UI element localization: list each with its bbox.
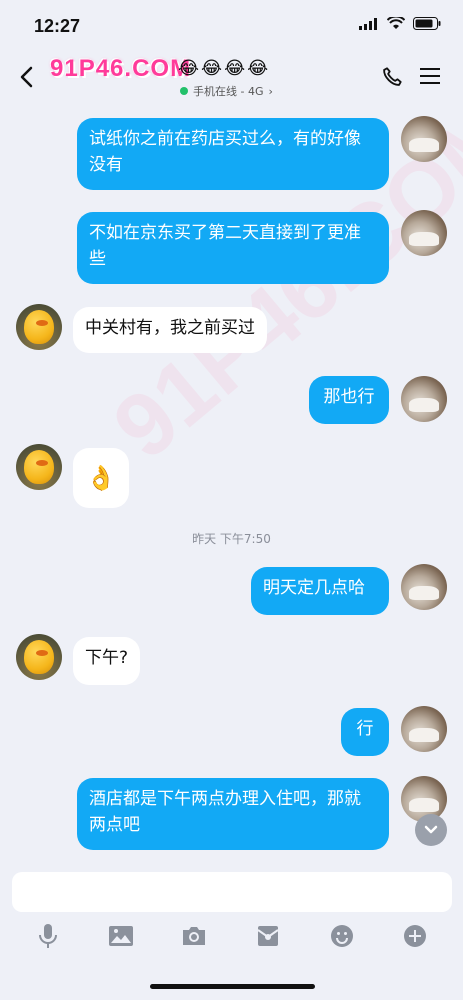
message-input[interactable] [12, 872, 452, 912]
message-bubble-sent[interactable]: 那也行 [309, 376, 389, 424]
wifi-icon [387, 17, 405, 30]
message-timestamp: 昨天 下午7:50 [192, 532, 271, 546]
online-status-text: 手机在线 - 4G [193, 85, 264, 98]
online-status[interactable]: 手机在线 - 4G › [180, 83, 273, 99]
scroll-to-bottom-button[interactable] [415, 814, 447, 846]
camera-icon [183, 927, 205, 945]
contact-avatar[interactable] [16, 304, 62, 350]
my-avatar[interactable] [401, 376, 447, 422]
red-packet-button[interactable] [254, 922, 282, 950]
voice-button[interactable] [34, 922, 62, 950]
message-bubble-received[interactable]: 中关村有，我之前买过 [73, 307, 267, 353]
message-bubble-sent[interactable]: 试纸你之前在药店买过么，有的好像没有 [77, 118, 389, 190]
status-time: 12:27 [34, 16, 81, 36]
message-bubble-sent[interactable]: 酒店都是下午两点办理入住吧，那就两点吧 [77, 778, 389, 850]
my-avatar[interactable] [401, 116, 447, 162]
battery-icon [413, 17, 441, 30]
menu-button[interactable] [419, 66, 443, 90]
call-button[interactable] [381, 66, 405, 90]
more-button[interactable] [401, 922, 429, 950]
image-button[interactable] [107, 922, 135, 950]
chevron-down-icon [424, 825, 438, 834]
menu-icon [420, 68, 440, 84]
home-indicator[interactable] [150, 984, 315, 989]
emoji-button[interactable] [328, 922, 356, 950]
image-icon [109, 926, 133, 946]
message-bubble-sent[interactable]: 行 [341, 708, 389, 756]
contact-avatar[interactable] [16, 634, 62, 680]
message-list[interactable]: 试纸你之前在药店买过么，有的好像没有 不如在京东买了第二天直接到了更准些 中关村… [0, 104, 463, 862]
emoji-icon [331, 925, 353, 947]
chat-header: 91P46.COM 😂😂😂😂 手机在线 - 4G › [0, 50, 463, 104]
status-bar: 12:27 [0, 0, 463, 50]
my-avatar[interactable] [401, 564, 447, 610]
back-button[interactable] [12, 62, 40, 92]
status-icons [359, 17, 441, 30]
message-bubble-sent[interactable]: 不如在京东买了第二天直接到了更准些 [77, 212, 389, 284]
my-avatar[interactable] [401, 706, 447, 752]
camera-button[interactable] [180, 922, 208, 950]
message-bubble-received[interactable]: 下午? [73, 637, 141, 685]
phone-icon [383, 67, 402, 86]
contact-name[interactable]: 91P46.COM [50, 54, 191, 84]
chevron-left-icon [20, 66, 33, 88]
message-bubble-sent[interactable]: 明天定几点哈 [251, 567, 389, 615]
my-avatar[interactable] [401, 210, 447, 256]
input-toolbar [0, 922, 463, 952]
message-bubble-received[interactable]: 👌 [73, 448, 129, 508]
contact-avatar[interactable] [16, 444, 62, 490]
chevron-right-icon: › [268, 84, 273, 98]
signal-icon [359, 17, 379, 30]
mic-icon [39, 924, 57, 948]
online-dot-icon [180, 87, 188, 95]
red-packet-icon [257, 926, 279, 946]
plus-icon [404, 925, 426, 947]
input-area [0, 862, 463, 1000]
contact-name-emojis: 😂😂😂😂 [178, 58, 271, 79]
